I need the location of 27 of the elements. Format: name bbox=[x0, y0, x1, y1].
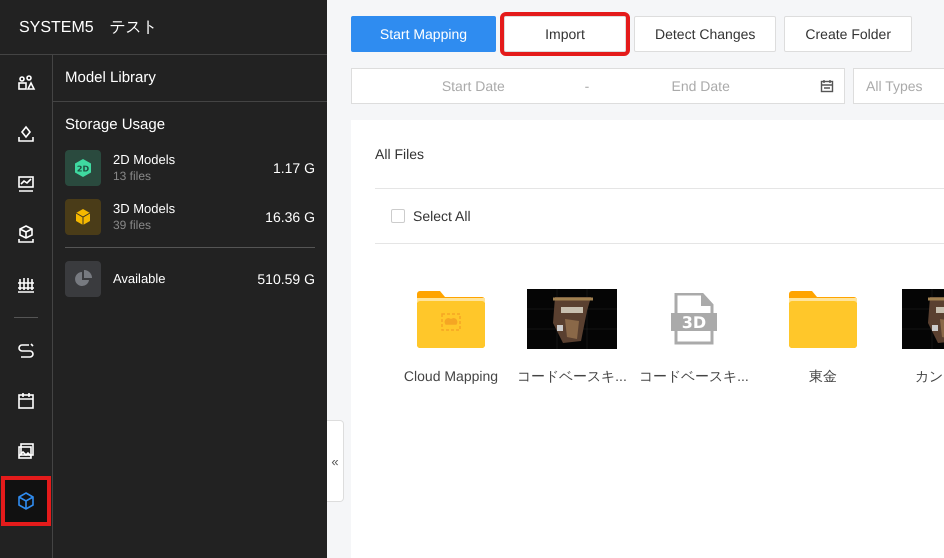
file-name[interactable]: カン bbox=[915, 368, 943, 386]
cube-icon bbox=[65, 198, 101, 234]
date-separator: - bbox=[584, 78, 590, 94]
collapse-tab[interactable]: « bbox=[327, 420, 344, 502]
storage-size: 510.59 G bbox=[257, 270, 315, 286]
storage-label: 3D Models bbox=[113, 201, 176, 216]
toolbar-button[interactable]: Detect Changes bbox=[634, 16, 776, 52]
start-date-placeholder: Start Date bbox=[440, 78, 506, 94]
breadcrumb: All Files bbox=[375, 120, 944, 189]
storage-label: Available bbox=[113, 271, 167, 286]
storage-heading: Storage Usage bbox=[65, 116, 166, 133]
pie-chart-icon bbox=[65, 260, 101, 296]
file-name[interactable]: 東金 bbox=[809, 368, 837, 386]
storage-size: 16.36 G bbox=[265, 208, 315, 224]
toolbar-button[interactable]: Create Folder bbox=[784, 16, 912, 52]
file-count: 39 files bbox=[113, 218, 152, 232]
storage-label: 2D Models bbox=[113, 152, 176, 167]
file-name[interactable]: コードベースキ... bbox=[517, 368, 627, 386]
file-name[interactable]: Cloud Mapping bbox=[404, 368, 498, 384]
select-all-checkbox[interactable] bbox=[391, 209, 405, 223]
file-name[interactable]: コードベースキ... bbox=[639, 368, 749, 386]
calendar-icon bbox=[820, 79, 834, 93]
cube-nav-icon[interactable] bbox=[1, 476, 51, 526]
file-count: 13 files bbox=[113, 169, 152, 183]
select-all-label[interactable]: Select All bbox=[413, 208, 471, 224]
storage-size: 1.17 G bbox=[272, 160, 315, 176]
end-date-placeholder: End Date bbox=[670, 78, 731, 94]
